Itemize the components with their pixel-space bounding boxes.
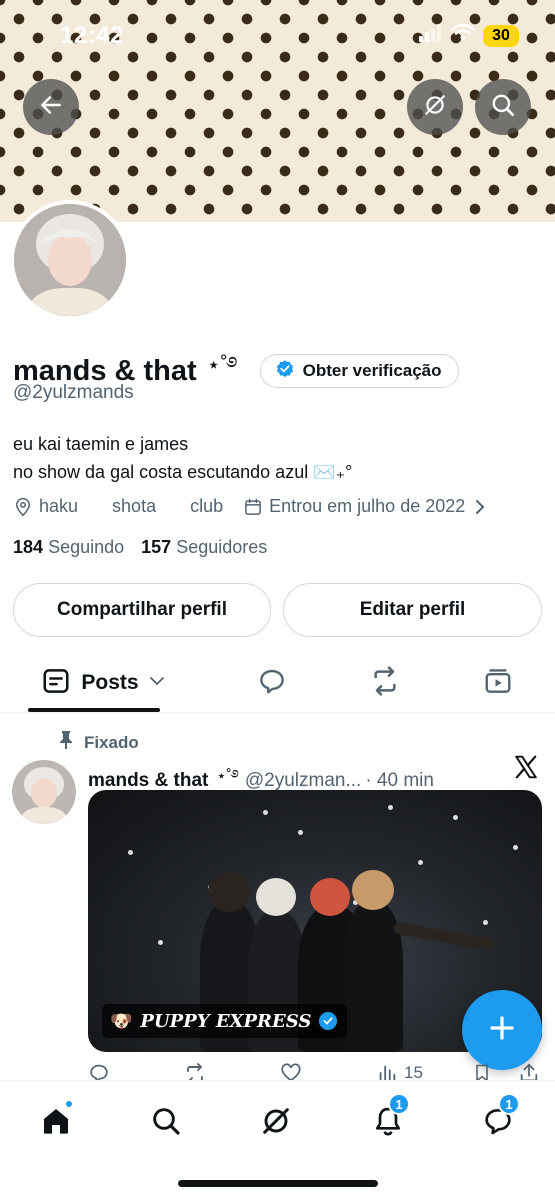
status-icons: 30 [419,23,519,47]
nav-search[interactable] [142,1097,190,1145]
nav-grok[interactable] [252,1097,300,1145]
stage-light [483,920,488,925]
home-icon [44,1109,68,1134]
signal-icon [419,24,443,47]
follow-stats: 184 Seguindo 157 Seguidores [13,537,267,558]
home-unread-dot [64,1099,74,1109]
wifi-icon [451,23,475,47]
search-button[interactable] [475,79,531,135]
performer-head [352,870,394,910]
messages-badge: 1 [498,1093,520,1115]
status-time: 12:42 [60,22,124,49]
profile-tabs: Posts [0,655,555,713]
tab-replies[interactable] [246,655,298,711]
bio-line: no show da gal costa escutando azul ✉️₊° [13,462,353,482]
back-arrow-icon [38,92,64,123]
active-tab-indicator [28,708,160,712]
get-verified-button[interactable]: Obter verificação [259,354,459,388]
name-decoration: ⋆˚࿔ [206,352,238,377]
profile-meta: haku shota club Entrou em julho de 2022 [13,496,487,517]
battery-indicator: 30 [483,24,519,47]
verified-badge-icon [319,1012,338,1030]
followers-label: Seguidores [176,537,268,557]
stage-light [128,850,133,855]
post-author-avatar[interactable] [12,760,76,824]
get-verified-label: Obter verificação [302,361,442,380]
chevron-right-icon[interactable] [473,498,487,516]
stage-light [298,830,303,835]
tab-media[interactable] [472,655,524,711]
watermark: 🐶 PUPPY EXPRESS [102,1004,348,1038]
stage-light [453,815,458,820]
following-count: 184 [13,537,44,557]
nav-home[interactable] [32,1097,80,1145]
tab-reposts[interactable] [359,655,411,711]
bio-line: eu kai taemin e james [13,434,189,454]
plus-icon [487,1013,517,1048]
x-logo-icon [513,754,539,788]
performer-head [208,872,250,912]
location-icon [13,497,33,517]
grok-button[interactable] [407,79,463,135]
tab-posts-label: Posts [81,671,139,694]
post-timestamp: · 40 min [365,769,434,791]
notifications-badge: 1 [388,1093,410,1115]
reply-icon [257,666,287,701]
watermark-text: PUPPY EXPRESS [140,1010,312,1032]
posts-icon [41,666,71,701]
performer-head [256,878,296,916]
calendar-icon [243,497,263,517]
performer-arm [392,921,494,951]
joined-date: Entrou em julho de 2022 [269,496,466,516]
search-icon [490,92,516,123]
location-part: shota [112,496,157,516]
nav-messages[interactable]: 1 [474,1093,522,1145]
watermark-emoji: 🐶 [110,1010,133,1032]
performer-head [310,878,350,916]
compose-post-button[interactable] [462,990,542,1070]
location-part: haku [39,496,79,516]
profile-bio: eu kai taemin e james no show da gal cos… [13,430,352,486]
chevron-down-icon [149,674,165,692]
following-link[interactable]: 184 Seguindo [13,537,124,557]
post-author-name[interactable]: mands & that [88,770,208,792]
stage-light [158,940,163,945]
verified-badge-icon [275,359,295,384]
edit-profile-button[interactable]: Editar perfil [283,583,542,637]
media-icon [483,666,513,701]
post-author-handle[interactable]: @2yulzman... [245,770,361,792]
repost-icon [369,665,401,702]
profile-avatar[interactable] [10,200,130,320]
grok-icon [422,92,448,123]
back-button[interactable] [23,79,79,135]
status-bar: 12:42 30 [0,0,555,70]
stage-light [388,805,393,810]
location-part: club [190,496,224,516]
pinned-indicator: Fixado [58,730,139,755]
following-label: Seguindo [48,537,125,557]
followers-count: 157 [141,537,172,557]
pinned-label: Fixado [84,732,139,752]
tab-posts[interactable]: Posts [28,655,178,711]
stage-light [263,810,268,815]
search-icon [153,1108,180,1135]
pin-icon [58,730,74,755]
share-profile-button[interactable]: Compartilhar perfil [13,583,271,637]
profile-handle: @2yulzmands [13,382,134,403]
home-indicator [178,1180,378,1187]
grok-icon [263,1108,289,1134]
stage-light [418,860,423,865]
followers-link[interactable]: 157 Seguidores [141,537,267,557]
nav-notifications[interactable]: 1 [364,1093,412,1145]
stage-light [513,845,518,850]
